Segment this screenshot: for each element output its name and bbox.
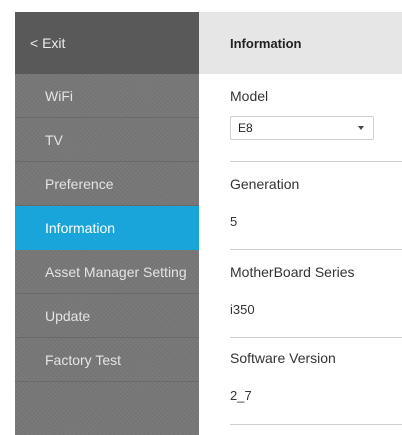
motherboard-label: MotherBoard Series xyxy=(230,264,355,280)
sidebar-item-information[interactable]: Information xyxy=(15,206,199,250)
model-label: Model xyxy=(230,88,269,104)
exit-button[interactable]: < Exit xyxy=(15,12,199,74)
sidebar-item-tv[interactable]: TV xyxy=(15,118,199,162)
model-section: Model E8 xyxy=(230,74,402,162)
sidebar-item-wifi[interactable]: WiFi xyxy=(15,74,199,118)
sidebar-item-label: Factory Test xyxy=(45,351,121,368)
app-window: < Exit WiFi TV Preference Information As… xyxy=(0,0,402,435)
motherboard-value: i350 xyxy=(230,302,255,317)
sidebar-item-label: Information xyxy=(45,219,116,236)
sidebar-item-label: TV xyxy=(45,131,63,148)
generation-value: 5 xyxy=(230,214,238,229)
page-title: Information xyxy=(199,12,402,74)
sidebar-item-asset-manager-setting[interactable]: Asset Manager Setting xyxy=(15,250,199,294)
sidebar-item-label: WiFi xyxy=(45,87,73,104)
motherboard-section: MotherBoard Series i350 xyxy=(230,250,402,338)
exit-label: < Exit xyxy=(30,35,66,51)
sidebar-item-preference[interactable]: Preference xyxy=(15,162,199,206)
model-select-value: E8 xyxy=(238,121,253,135)
generation-section: Generation 5 xyxy=(230,162,402,250)
sidebar: < Exit WiFi TV Preference Information As… xyxy=(15,12,199,435)
sidebar-item-update[interactable]: Update xyxy=(15,294,199,338)
software-value: 2_7 xyxy=(230,388,252,403)
sidebar-item-label: Asset Manager Setting xyxy=(45,263,187,280)
software-section: Software Version 2_7 xyxy=(230,338,402,425)
sidebar-item-factory-test[interactable]: Factory Test xyxy=(15,338,199,382)
sidebar-item-label: Update xyxy=(45,307,91,324)
software-label: Software Version xyxy=(230,350,336,366)
sidebar-item-label: Preference xyxy=(45,175,114,192)
chevron-down-icon xyxy=(358,126,364,130)
generation-label: Generation xyxy=(230,176,300,192)
model-select[interactable]: E8 xyxy=(230,116,374,140)
main-panel: Information Model E8 Generation 5 Mother… xyxy=(199,12,402,435)
